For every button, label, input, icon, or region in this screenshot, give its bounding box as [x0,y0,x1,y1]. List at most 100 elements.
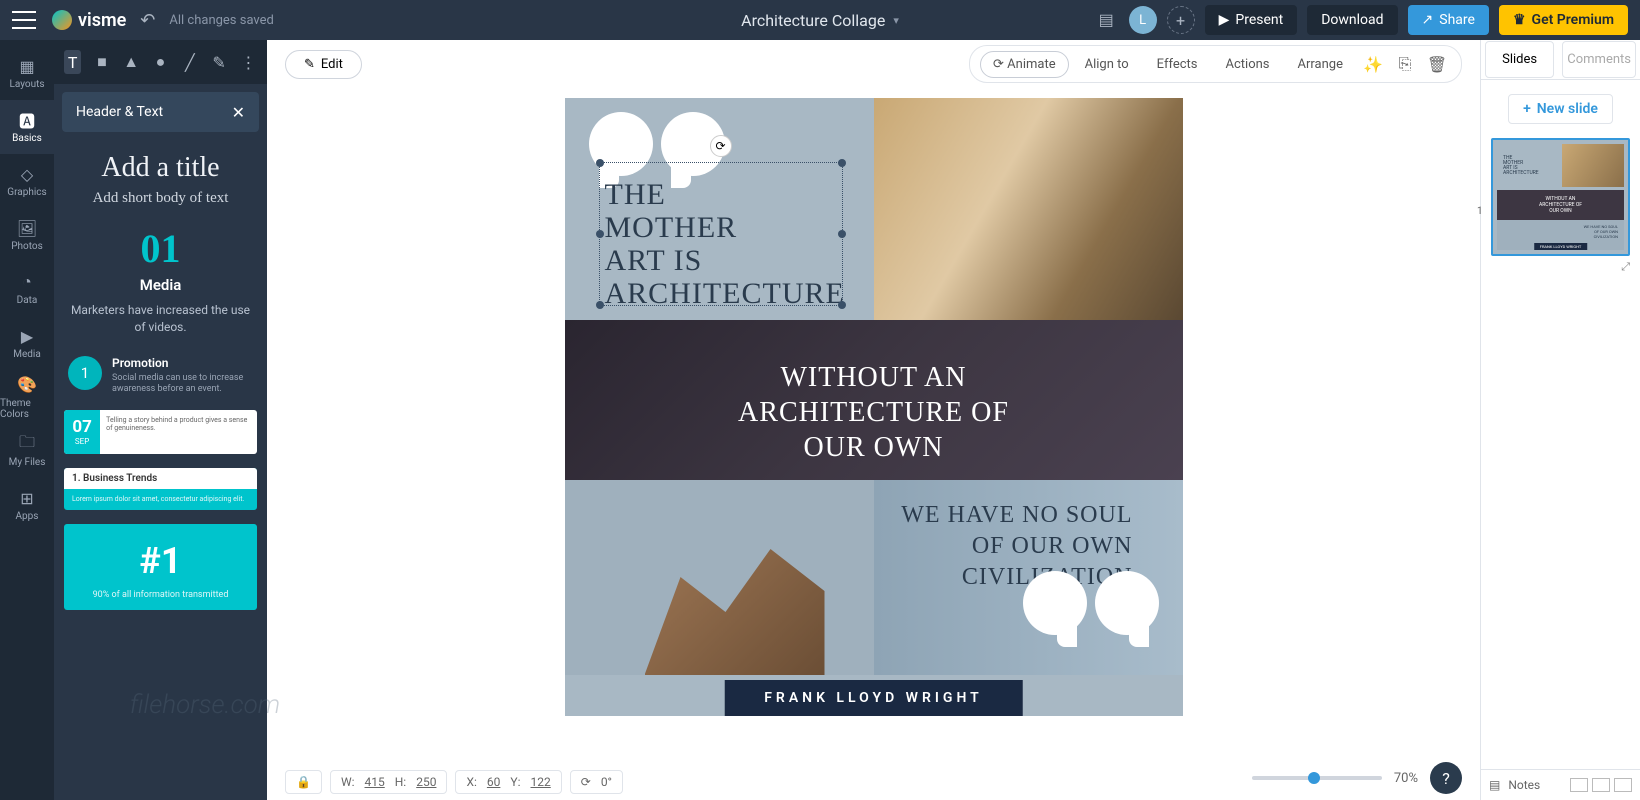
files-icon: 🗀 [17,434,37,454]
circle-tool[interactable]: ● [152,50,169,74]
triangle-tool[interactable]: ▲ [123,50,140,74]
object-tools: ⟳ Animate Align to Effects Actions Arran… [969,45,1462,83]
photos-icon: 🖼 [17,218,37,238]
nav-basics[interactable]: 🅰Basics [0,100,54,154]
nav-media[interactable]: ▶Media [0,316,54,370]
view-icons [1570,778,1632,792]
save-status: All changes saved [169,13,274,28]
actions-button[interactable]: Actions [1214,52,1282,77]
right-tabs: Slides Comments [1481,40,1640,80]
notes-label[interactable]: Notes [1508,778,1540,792]
template-trend-card[interactable]: 1. Business Trends Lorem ipsum dolor sit… [64,468,257,510]
thumbnails: 1 THEMOTHERART ISARCHITECTURE WITHOUT AN… [1481,138,1640,274]
canvas-area: ✎ Edit ⟳ Animate Align to Effects Action… [267,40,1480,800]
template-number[interactable]: 01 [64,225,257,272]
line-tool[interactable]: ╱ [181,50,198,74]
nav-data[interactable]: ◔Data [0,262,54,316]
lock-group[interactable]: 🔒 [285,770,322,794]
avatar[interactable]: L [1129,6,1157,34]
promo-text: Social media can use to increase awarene… [112,373,253,396]
quote-open-icon [661,112,725,176]
media-icon: ▶ [17,326,37,346]
slide-thumbnail[interactable]: THEMOTHERART ISARCHITECTURE WITHOUT ANAR… [1491,138,1630,256]
author-bar[interactable]: FRANK LLOYD WRIGHT [724,680,1023,716]
magic-icon[interactable]: ✨ [1359,50,1387,78]
view-single-icon[interactable] [1614,778,1632,792]
help-button[interactable]: ? [1430,762,1462,794]
nav-my-files[interactable]: 🗀My Files [0,424,54,478]
slide-text-2[interactable]: WITHOUT AN ARCHITECTURE OF OUR OWN [565,360,1183,465]
rotation-group[interactable]: ⟳ 0° [570,770,623,794]
zoom-slider[interactable] [1252,776,1382,780]
present-button[interactable]: ▶ Present [1205,5,1298,35]
resize-handle[interactable] [596,230,604,238]
align-button[interactable]: Align to [1073,52,1141,77]
premium-button[interactable]: ♛ Get Premium [1499,5,1628,35]
slide-text-3[interactable]: WE HAVE NO SOUL OF OUR OWN CIVILIZATION [901,500,1132,594]
notes-icon[interactable]: ▤ [1489,778,1500,792]
nav-layouts[interactable]: ▦Layouts [0,46,54,100]
position-group: X:60 Y:122 [455,770,561,794]
width-value[interactable]: 415 [365,775,385,789]
resize-handle[interactable] [838,159,846,167]
square-tool[interactable]: ■ [93,50,110,74]
project-title[interactable]: Architecture Collage▾ [741,11,899,30]
basics-icon: 🅰 [17,110,37,130]
slide-text-1[interactable]: THE MOTHER ART IS ARCHITECTURE [605,178,845,310]
new-slide-button[interactable]: + New slide [1508,94,1613,124]
expand-icon[interactable]: ⤢ [1491,260,1630,274]
chat-icon[interactable]: ▤ [1099,10,1119,30]
view-grid-icon[interactable] [1570,778,1588,792]
text-tool[interactable]: T [64,50,81,74]
canvas-toolbar: ✎ Edit ⟳ Animate Align to Effects Action… [267,40,1480,88]
copy-icon[interactable]: ⎘ [1391,50,1419,78]
slide-cell-4[interactable]: WE HAVE NO SOUL OF OUR OWN CIVILIZATION [565,480,1183,675]
panel-title: Header & Text [76,104,163,120]
promo-badge: 1 [68,356,102,390]
slide-cell-3[interactable]: WITHOUT AN ARCHITECTURE OF OUR OWN [565,320,1183,480]
main: ▦Layouts 🅰Basics ◇Graphics 🖼Photos ◔Data… [0,40,1640,800]
tab-comments[interactable]: Comments [1562,41,1636,78]
shape-tool-row: T ■ ▲ ● ╱ ✎ ⋮ [54,40,267,84]
layouts-icon: ▦ [17,56,37,76]
slide[interactable]: THE MOTHER ART IS ARCHITECTURE ⟳ WITHOUT… [565,98,1183,716]
download-button[interactable]: Download [1307,5,1397,35]
draw-tool[interactable]: ✎ [210,50,227,74]
topbar-right: ▤ L + ▶ Present Download ↗ Share ♛ Get P… [1099,5,1628,35]
nav-graphics[interactable]: ◇Graphics [0,154,54,208]
topbar: visme ↶ All changes saved Architecture C… [0,0,1640,40]
building-shape [645,535,825,675]
height-value[interactable]: 250 [416,775,436,789]
template-hash-card[interactable]: #1 90% of all information transmitted [64,524,257,610]
nav-apps[interactable]: ⊞Apps [0,478,54,532]
edit-button[interactable]: ✎ Edit [285,50,362,79]
nav-photos[interactable]: 🖼Photos [0,208,54,262]
y-value[interactable]: 122 [531,775,551,789]
share-button[interactable]: ↗ Share [1408,5,1489,35]
canvas-wrap[interactable]: THE MOTHER ART IS ARCHITECTURE ⟳ WITHOUT… [267,88,1480,800]
template-date-card[interactable]: 07SEP Telling a story behind a product g… [64,410,257,454]
resize-handle[interactable] [596,301,604,309]
menu-icon[interactable] [12,11,36,29]
quote-close-icon [1023,571,1087,635]
arrange-button[interactable]: Arrange [1286,52,1355,77]
undo-icon[interactable]: ↶ [140,10,155,31]
more-tool[interactable]: ⋮ [240,50,257,74]
template-title[interactable]: Add a title [64,152,257,184]
trash-icon[interactable]: 🗑 [1423,50,1451,78]
template-subtitle[interactable]: Add short body of text [64,190,257,207]
add-user-button[interactable]: + [1167,6,1195,34]
logo[interactable]: visme [52,10,126,31]
animate-button[interactable]: ⟳ Animate [980,51,1069,78]
close-icon[interactable]: ✕ [232,103,245,122]
x-value[interactable]: 60 [487,775,501,789]
slide-cell-2[interactable] [874,98,1183,320]
effects-button[interactable]: Effects [1145,52,1210,77]
status-bar: 🔒 W:415 H:250 X:60 Y:122 ⟳ 0° [285,770,623,794]
slide-cell-1[interactable]: THE MOTHER ART IS ARCHITECTURE ⟳ [565,98,874,320]
size-group: W:415 H:250 [330,770,448,794]
template-promotion[interactable]: 1 Promotion Social media can use to incr… [64,352,257,410]
nav-theme-colors[interactable]: 🎨Theme Colors [0,370,54,424]
view-list-icon[interactable] [1592,778,1610,792]
tab-slides[interactable]: Slides [1485,41,1554,78]
